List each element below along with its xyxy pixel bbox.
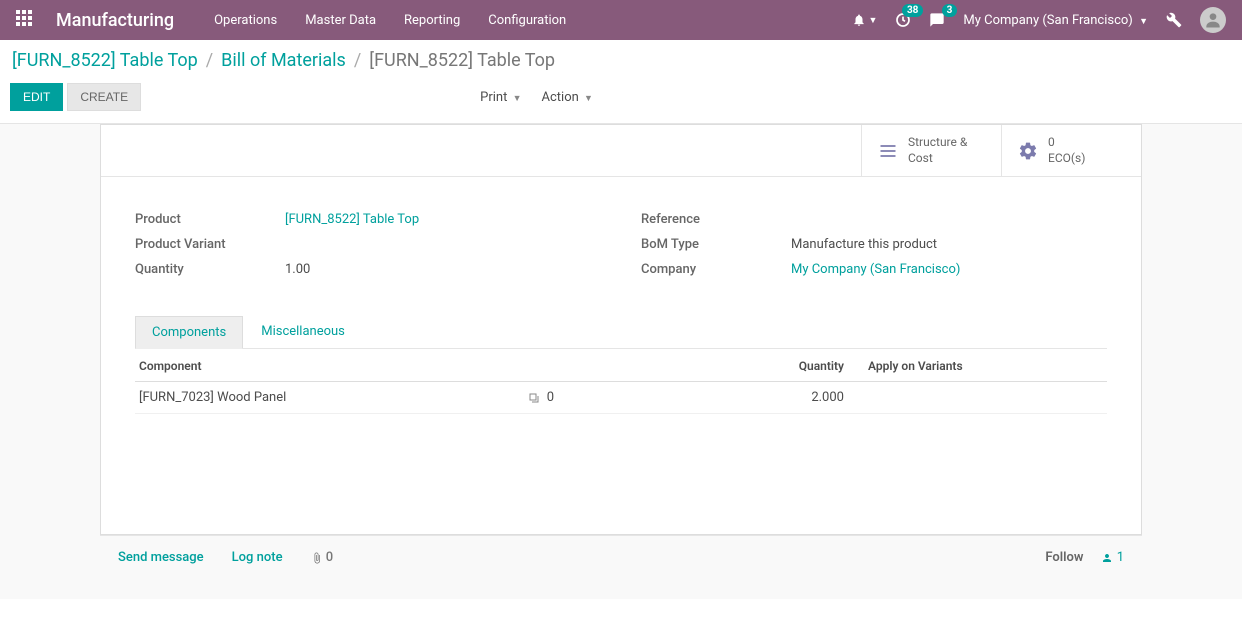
- notification-bell-icon[interactable]: ▼: [852, 13, 878, 27]
- bomtype-value: Manufacture this product: [791, 237, 1107, 252]
- quantity-label: Quantity: [135, 262, 285, 277]
- navbar-right: ▼ 38 3 My Company (San Francisco) ▼: [852, 7, 1227, 33]
- stat-button-box: Structure & Cost 0 ECO(s): [101, 125, 1141, 177]
- print-label: Print: [480, 90, 507, 105]
- form-body: Product [FURN_8522] Table Top Product Va…: [101, 177, 1141, 292]
- structure-label-1: Structure &: [908, 135, 967, 151]
- control-panel: EDIT CREATE Print ▼ Action ▼: [0, 77, 1242, 124]
- form-background: Structure & Cost 0 ECO(s) Product: [0, 124, 1242, 599]
- forecast-icon[interactable]: [528, 390, 543, 404]
- company-selector[interactable]: My Company (San Francisco) ▼: [963, 13, 1148, 28]
- bomtype-label: BoM Type: [641, 237, 791, 252]
- caret-down-icon: ▼: [869, 15, 878, 26]
- form-sheet: Structure & Cost 0 ECO(s) Product: [100, 124, 1142, 535]
- col-apply: Apply on Variants: [864, 349, 1107, 382]
- caret-down-icon: ▼: [584, 94, 593, 104]
- reference-value: [791, 212, 1107, 227]
- attachments-button[interactable]: 0: [311, 550, 334, 565]
- eco-button[interactable]: 0 ECO(s): [1001, 125, 1141, 176]
- components-table: Component Quantity Apply on Variants [FU…: [135, 349, 1107, 414]
- activity-badge: 38: [902, 4, 923, 17]
- structure-label-2: Cost: [908, 151, 967, 167]
- menu-reporting[interactable]: Reporting: [404, 13, 460, 28]
- component-cell: [FURN_7023] Wood Panel: [135, 382, 524, 414]
- create-button[interactable]: CREATE: [67, 83, 141, 111]
- company-value[interactable]: My Company (San Francisco): [791, 262, 1107, 277]
- col-component: Component: [135, 349, 524, 382]
- breadcrumb-separator: /: [206, 50, 213, 71]
- variant-value: [285, 237, 601, 252]
- company-label: Company: [641, 262, 791, 277]
- send-message-button[interactable]: Send message: [118, 550, 204, 565]
- breadcrumb: [FURN_8522] Table Top / Bill of Material…: [0, 40, 1242, 77]
- caret-down-icon: ▼: [1139, 17, 1148, 27]
- breadcrumb-product[interactable]: [FURN_8522] Table Top: [12, 50, 198, 71]
- gears-icon: [1018, 140, 1038, 161]
- action-label: Action: [542, 90, 579, 105]
- tab-components[interactable]: Components: [135, 316, 243, 349]
- activity-clock-icon[interactable]: 38: [895, 12, 911, 28]
- app-title: Manufacturing: [56, 10, 174, 31]
- company-name: My Company (San Francisco): [963, 13, 1132, 28]
- product-label: Product: [135, 212, 285, 227]
- reference-label: Reference: [641, 212, 791, 227]
- edit-button[interactable]: EDIT: [10, 83, 63, 111]
- tab-miscellaneous[interactable]: Miscellaneous: [245, 316, 361, 348]
- debug-icon[interactable]: [1166, 12, 1182, 28]
- col-quantity: Quantity: [718, 349, 864, 382]
- menu-configuration[interactable]: Configuration: [488, 13, 566, 28]
- apps-icon[interactable]: [16, 10, 36, 30]
- log-note-button[interactable]: Log note: [232, 550, 283, 565]
- user-avatar[interactable]: [1200, 7, 1226, 33]
- main-menu: Operations Master Data Reporting Configu…: [214, 13, 851, 28]
- forecast-value: 0: [547, 390, 554, 405]
- followers-button[interactable]: 1: [1101, 550, 1124, 565]
- product-value[interactable]: [FURN_8522] Table Top: [285, 212, 601, 227]
- menu-operations[interactable]: Operations: [214, 13, 277, 28]
- caret-down-icon: ▼: [513, 94, 522, 104]
- breadcrumb-separator: /: [354, 50, 361, 71]
- messages-icon[interactable]: 3: [929, 12, 945, 28]
- qty-cell: 2.000: [718, 382, 864, 414]
- tabs: Components Miscellaneous Component Quant…: [101, 316, 1141, 534]
- follow-button[interactable]: Follow: [1045, 550, 1083, 565]
- variant-label: Product Variant: [135, 237, 285, 252]
- chatter: Send message Log note 0 Follow 1: [100, 535, 1142, 579]
- forecast-cell: 0: [524, 382, 718, 414]
- eco-label: ECO(s): [1048, 151, 1085, 167]
- menu-master-data[interactable]: Master Data: [305, 13, 376, 28]
- followers-count: 1: [1117, 550, 1124, 565]
- col-forecast: [524, 349, 718, 382]
- quantity-value: 1.00: [285, 262, 601, 277]
- messages-badge: 3: [942, 4, 958, 17]
- eco-count: 0: [1048, 135, 1085, 151]
- action-dropdown[interactable]: Action ▼: [542, 90, 593, 105]
- structure-cost-button[interactable]: Structure & Cost: [861, 125, 1001, 176]
- table-row[interactable]: [FURN_7023] Wood Panel 0 2.000: [135, 382, 1107, 414]
- list-icon: [878, 140, 898, 161]
- apply-cell: [864, 382, 1107, 414]
- print-dropdown[interactable]: Print ▼: [480, 90, 521, 105]
- attach-count: 0: [326, 550, 333, 565]
- breadcrumb-bom-list[interactable]: Bill of Materials: [221, 50, 346, 71]
- top-navbar: Manufacturing Operations Master Data Rep…: [0, 0, 1242, 40]
- breadcrumb-current: [FURN_8522] Table Top: [369, 50, 555, 71]
